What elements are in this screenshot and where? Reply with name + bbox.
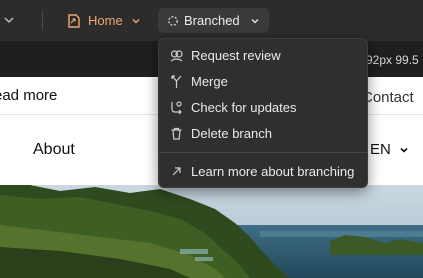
menu-item-label: Check for updates	[191, 99, 297, 115]
learn-more-branching-menu-item[interactable]: Learn more about branching	[165, 159, 363, 183]
contact-link[interactable]: Contact	[362, 89, 414, 106]
merge-icon	[171, 74, 182, 88]
chevron-down-icon[interactable]	[4, 13, 16, 27]
chevron-down-icon	[400, 147, 408, 153]
request-review-icon	[170, 49, 183, 61]
branch-menu: Request review Merge Check for updates D…	[158, 38, 368, 188]
branch-label: Branched	[184, 13, 240, 28]
about-link[interactable]: About	[33, 141, 75, 159]
home-page-button[interactable]: Home	[58, 8, 150, 33]
menu-item-label: Merge	[191, 73, 228, 89]
request-review-menu-item[interactable]: Request review	[165, 43, 363, 67]
merge-menu-item[interactable]: Merge	[165, 69, 363, 93]
arrow-up-right-icon	[172, 166, 181, 175]
chevron-down-icon	[132, 18, 140, 23]
menu-item-label: Request review	[191, 47, 281, 63]
chevron-down-icon	[251, 18, 259, 23]
menu-item-label: Learn more about branching	[191, 163, 355, 179]
branch-dashed-circle-icon	[168, 15, 178, 26]
delete-branch-menu-item[interactable]: Delete branch	[165, 121, 363, 145]
menu-item-label: Delete branch	[191, 125, 272, 141]
hero-landscape-image	[0, 185, 423, 278]
home-page-label: Home	[88, 13, 123, 28]
check-updates-menu-item[interactable]: Check for updates	[165, 95, 363, 119]
page-icon	[68, 13, 80, 28]
toolbar-divider	[42, 11, 43, 30]
menu-separator	[159, 152, 367, 153]
read-more-link[interactable]: ead more	[0, 87, 57, 104]
size-readout: 92px 99.5	[366, 53, 419, 67]
language-selector[interactable]: EN	[370, 141, 409, 158]
language-label: EN	[370, 141, 391, 158]
branch-button[interactable]: Branched	[158, 8, 269, 33]
top-toolbar: Home Branched	[0, 0, 423, 41]
trash-icon	[171, 127, 182, 140]
check-updates-icon	[171, 100, 182, 114]
